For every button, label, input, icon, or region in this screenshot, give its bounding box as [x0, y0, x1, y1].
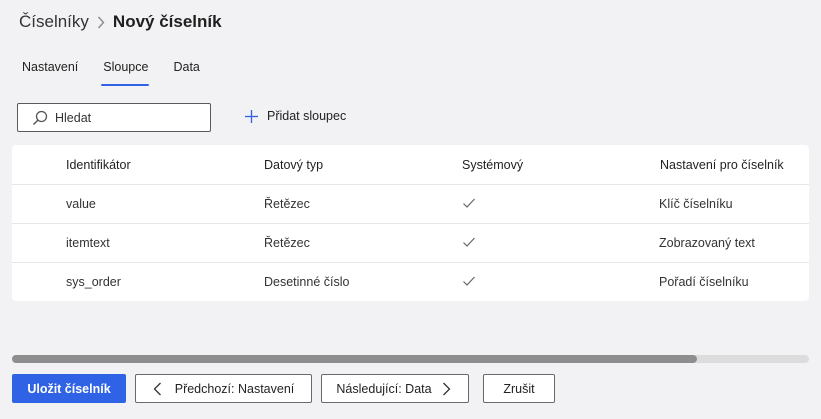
table-row[interactable]: itemtext Řetězec Zobrazovaný text — [12, 223, 809, 262]
scrollbar-thumb[interactable] — [12, 355, 697, 363]
tab-data[interactable]: Data — [173, 60, 199, 86]
chevron-right-icon — [89, 16, 113, 29]
tab-bar: Nastavení Sloupce Data — [22, 60, 225, 86]
identifier-cell: sys_order — [66, 275, 121, 289]
table-row[interactable]: sys_order Desetinné číslo Pořadí číselní… — [12, 262, 809, 301]
breadcrumb: Číselníky Nový číselník — [19, 12, 222, 32]
add-column-label: Přidat sloupec — [267, 109, 347, 123]
data-type-cell: Řetězec — [264, 236, 310, 250]
identifier-cell: value — [66, 197, 96, 211]
identifier-cell: itemtext — [66, 236, 110, 250]
chevron-left-icon — [153, 382, 165, 396]
check-icon — [462, 196, 476, 213]
column-header-data-type[interactable]: Datový typ — [264, 158, 323, 172]
previous-button-label: Předchozí: Nastavení — [174, 381, 295, 396]
search-box[interactable] — [17, 103, 211, 132]
check-icon — [462, 274, 476, 291]
column-header-identifier[interactable]: Identifikátor — [66, 158, 131, 172]
setting-cell: Pořadí číselníku — [659, 275, 749, 289]
chevron-right-icon — [442, 382, 454, 396]
previous-button[interactable]: Předchozí: Nastavení — [135, 374, 312, 403]
tab-settings[interactable]: Nastavení — [22, 60, 78, 86]
data-type-cell: Desetinné číslo — [264, 275, 350, 289]
add-column-button[interactable]: Přidat sloupec — [244, 108, 346, 124]
next-button[interactable]: Následující: Data — [321, 374, 469, 403]
tab-columns[interactable]: Sloupce — [101, 60, 150, 86]
horizontal-scrollbar[interactable] — [12, 355, 809, 363]
next-button-label: Následující: Data — [336, 381, 432, 396]
save-button[interactable]: Uložit číselník — [12, 374, 126, 403]
check-icon — [462, 235, 476, 252]
table-row[interactable]: value Řetězec Klíč číselníku — [12, 184, 809, 223]
cancel-button[interactable]: Zrušit — [483, 374, 555, 403]
search-icon — [32, 109, 50, 127]
setting-cell: Zobrazovaný text — [659, 236, 755, 250]
column-header-setting[interactable]: Nastavení pro číselník — [660, 158, 784, 172]
column-header-system[interactable]: Systémový — [462, 158, 523, 172]
breadcrumb-parent-link[interactable]: Číselníky — [19, 12, 89, 32]
search-input[interactable] — [55, 110, 205, 125]
columns-table: Identifikátor Datový typ Systémový Nasta… — [12, 145, 809, 301]
data-type-cell: Řetězec — [264, 197, 310, 211]
page: Číselníky Nový číselník Nastavení Sloupc… — [0, 0, 821, 419]
setting-cell: Klíč číselníku — [659, 197, 733, 211]
plus-icon — [244, 108, 260, 124]
page-title: Nový číselník — [112, 12, 222, 31]
table-header-row: Identifikátor Datový typ Systémový Nasta… — [12, 145, 809, 184]
